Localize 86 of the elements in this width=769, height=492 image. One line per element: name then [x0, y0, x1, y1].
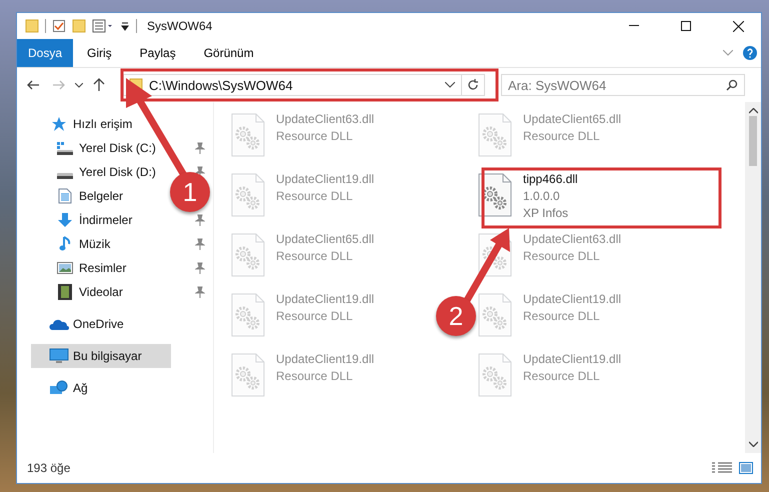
file-detail: Resource DLL [276, 189, 354, 204]
file-detail: Resource DLL [523, 369, 601, 384]
star-icon [51, 116, 67, 132]
nav-item[interactable]: Yerel Disk (C:) [31, 136, 171, 160]
recent-caret-icon[interactable] [75, 82, 83, 88]
file-name: UpdateClient19.dll [276, 352, 374, 367]
close-icon[interactable] [732, 20, 744, 32]
file-detail: Resource DLL [276, 129, 354, 144]
maximize-icon[interactable] [681, 21, 691, 31]
ribbon-tab[interactable]: Görünüm [190, 39, 268, 67]
settings-file-icon [476, 352, 514, 398]
properties-icon[interactable] [92, 19, 114, 33]
file-name: UpdateClient19.dll [276, 172, 374, 187]
help-icon[interactable] [743, 46, 757, 60]
file-detail: 1.0.0.0 [523, 189, 561, 204]
scrollbar[interactable] [745, 102, 761, 453]
file-name: UpdateClient19.dll [523, 292, 622, 307]
nav-item[interactable]: Resimler [31, 256, 171, 280]
file-name: UpdateClient19.dll [523, 352, 622, 367]
up-arrow-icon[interactable] [93, 78, 105, 92]
nav-item[interactable]: OneDrive [31, 312, 171, 336]
settings-file-icon [229, 112, 267, 158]
settings-file-icon [229, 172, 267, 218]
ribbon-tab[interactable]: Paylaş [126, 39, 190, 67]
settings-file-icon [229, 352, 267, 398]
document-icon [58, 188, 72, 204]
item-count: 193 öğe [27, 461, 72, 475]
nav-item[interactable]: Bu bilgisayar [31, 344, 171, 368]
file-detail: XP Infos [523, 206, 570, 221]
file-name: UpdateClient63.dll [523, 232, 622, 247]
ribbon-tab[interactable]: Giriş [73, 39, 126, 67]
picture-icon [57, 261, 73, 275]
address-path: C:\Windows\SysWOW64 [149, 78, 293, 92]
file-detail: Resource DLL [523, 249, 601, 264]
settings-file-icon [476, 292, 514, 338]
nav-item[interactable]: Belgeler [31, 184, 171, 208]
film-icon [58, 284, 72, 300]
file-name: UpdateClient63.dll [276, 112, 374, 127]
settings-file-icon [229, 232, 267, 278]
pin-icon[interactable] [195, 286, 205, 298]
dropdown-caret-icon[interactable] [445, 82, 455, 88]
pin-icon[interactable] [195, 238, 205, 250]
nav-item[interactable]: Müzik [31, 232, 171, 256]
large-icons-view-icon[interactable] [739, 462, 753, 474]
nav-item[interactable]: Ağ [31, 376, 171, 400]
nav-item[interactable]: Yerel Disk (D:) [31, 160, 171, 184]
minimize-icon[interactable] [629, 25, 639, 27]
nav-item[interactable]: Hızlı erişim [31, 112, 171, 136]
pin-icon[interactable] [195, 142, 205, 154]
scroll-down-icon[interactable] [748, 441, 758, 447]
drive-icon [56, 140, 74, 156]
file-tab[interactable]: Dosya [17, 39, 73, 67]
download-arrow-icon [57, 212, 73, 228]
monitor-icon [49, 348, 69, 364]
file-name: tipp466.dll [523, 172, 578, 187]
details-view-icon[interactable] [711, 462, 733, 474]
pin-icon[interactable] [195, 214, 205, 226]
music-note-icon [59, 236, 71, 252]
settings-file-icon [476, 112, 514, 158]
cloud-icon [49, 318, 69, 330]
scroll-up-icon[interactable] [748, 108, 758, 114]
nav-item[interactable]: Videolar [31, 280, 171, 304]
window-title: SysWOW64 [147, 19, 214, 33]
file-name: UpdateClient65.dll [523, 112, 622, 127]
search-field[interactable]: Ara: SysWOW64 [501, 74, 745, 96]
network-icon [49, 380, 69, 396]
file-name: UpdateClient19.dll [276, 292, 374, 307]
file-detail: Resource DLL [276, 369, 354, 384]
checklist-icon[interactable] [52, 19, 66, 33]
customize-caret-icon[interactable] [120, 21, 130, 31]
chevron-down-icon[interactable] [723, 50, 733, 56]
drive-icon [57, 173, 73, 179]
settings-file-icon [476, 172, 514, 218]
file-tile[interactable]: tipp466.dll 1.0.0.0 XP Infos [475, 168, 578, 228]
settings-file-icon [229, 292, 267, 338]
file-name: UpdateClient65.dll [276, 232, 374, 247]
nav-item[interactable]: İndirmeler [31, 208, 171, 232]
refresh-icon[interactable] [467, 79, 479, 91]
file-detail: Resource DLL [523, 309, 601, 324]
file-detail: Resource DLL [523, 129, 601, 144]
file-detail: Resource DLL [276, 309, 354, 324]
scroll-thumb[interactable] [749, 116, 757, 166]
back-arrow-icon[interactable] [26, 80, 40, 90]
pin-icon[interactable] [195, 262, 205, 274]
file-detail: Resource DLL [276, 249, 354, 264]
search-icon [726, 79, 738, 91]
